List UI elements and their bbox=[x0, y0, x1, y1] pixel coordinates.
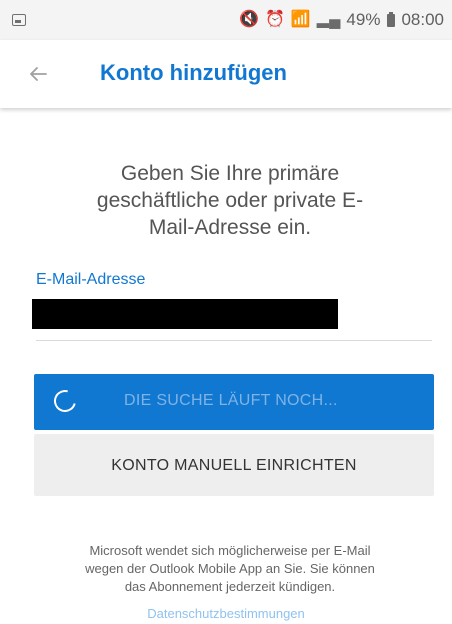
email-field-redacted-value[interactable] bbox=[32, 299, 338, 329]
back-arrow-icon[interactable] bbox=[26, 62, 50, 86]
email-field-underline bbox=[36, 340, 432, 341]
battery-icon bbox=[387, 11, 396, 27]
searching-button[interactable]: DIE SUCHE LÄUFT NOCH... bbox=[34, 374, 434, 430]
image-icon bbox=[12, 14, 26, 26]
email-field-label: E-Mail-Adresse bbox=[36, 271, 146, 288]
battery-percent: 49% bbox=[346, 10, 381, 29]
mute-icon: 🔇 bbox=[239, 11, 259, 28]
status-icons: 🔇 ⏰ 📶 ▂▄ 49% 08:00 bbox=[239, 9, 444, 31]
signal-icon: ▂▄ bbox=[316, 11, 341, 28]
instruction-text: Geben Sie Ihre primäre geschäftliche ode… bbox=[96, 162, 364, 239]
privacy-policy-link[interactable]: Datenschutzbestimmungen bbox=[0, 606, 452, 621]
alarm-icon: ⏰ bbox=[264, 11, 285, 28]
loading-spinner-icon bbox=[49, 385, 81, 417]
searching-button-label: DIE SUCHE LÄUFT NOCH... bbox=[124, 392, 338, 409]
setup-manually-button-label: KONTO MANUELL EINRICHTEN bbox=[111, 457, 357, 474]
setup-manually-button[interactable]: KONTO MANUELL EINRICHTEN bbox=[34, 434, 434, 496]
disclaimer-text: Microsoft wendet sich möglicherweise per… bbox=[85, 543, 375, 594]
app-bar: Konto hinzufügen bbox=[0, 40, 452, 108]
page-title: Konto hinzufügen bbox=[100, 60, 287, 85]
status-bar: 🔇 ⏰ 📶 ▂▄ 49% 08:00 bbox=[0, 0, 452, 40]
wifi-icon: 📶 bbox=[290, 11, 311, 28]
status-time: 08:00 bbox=[401, 10, 444, 29]
